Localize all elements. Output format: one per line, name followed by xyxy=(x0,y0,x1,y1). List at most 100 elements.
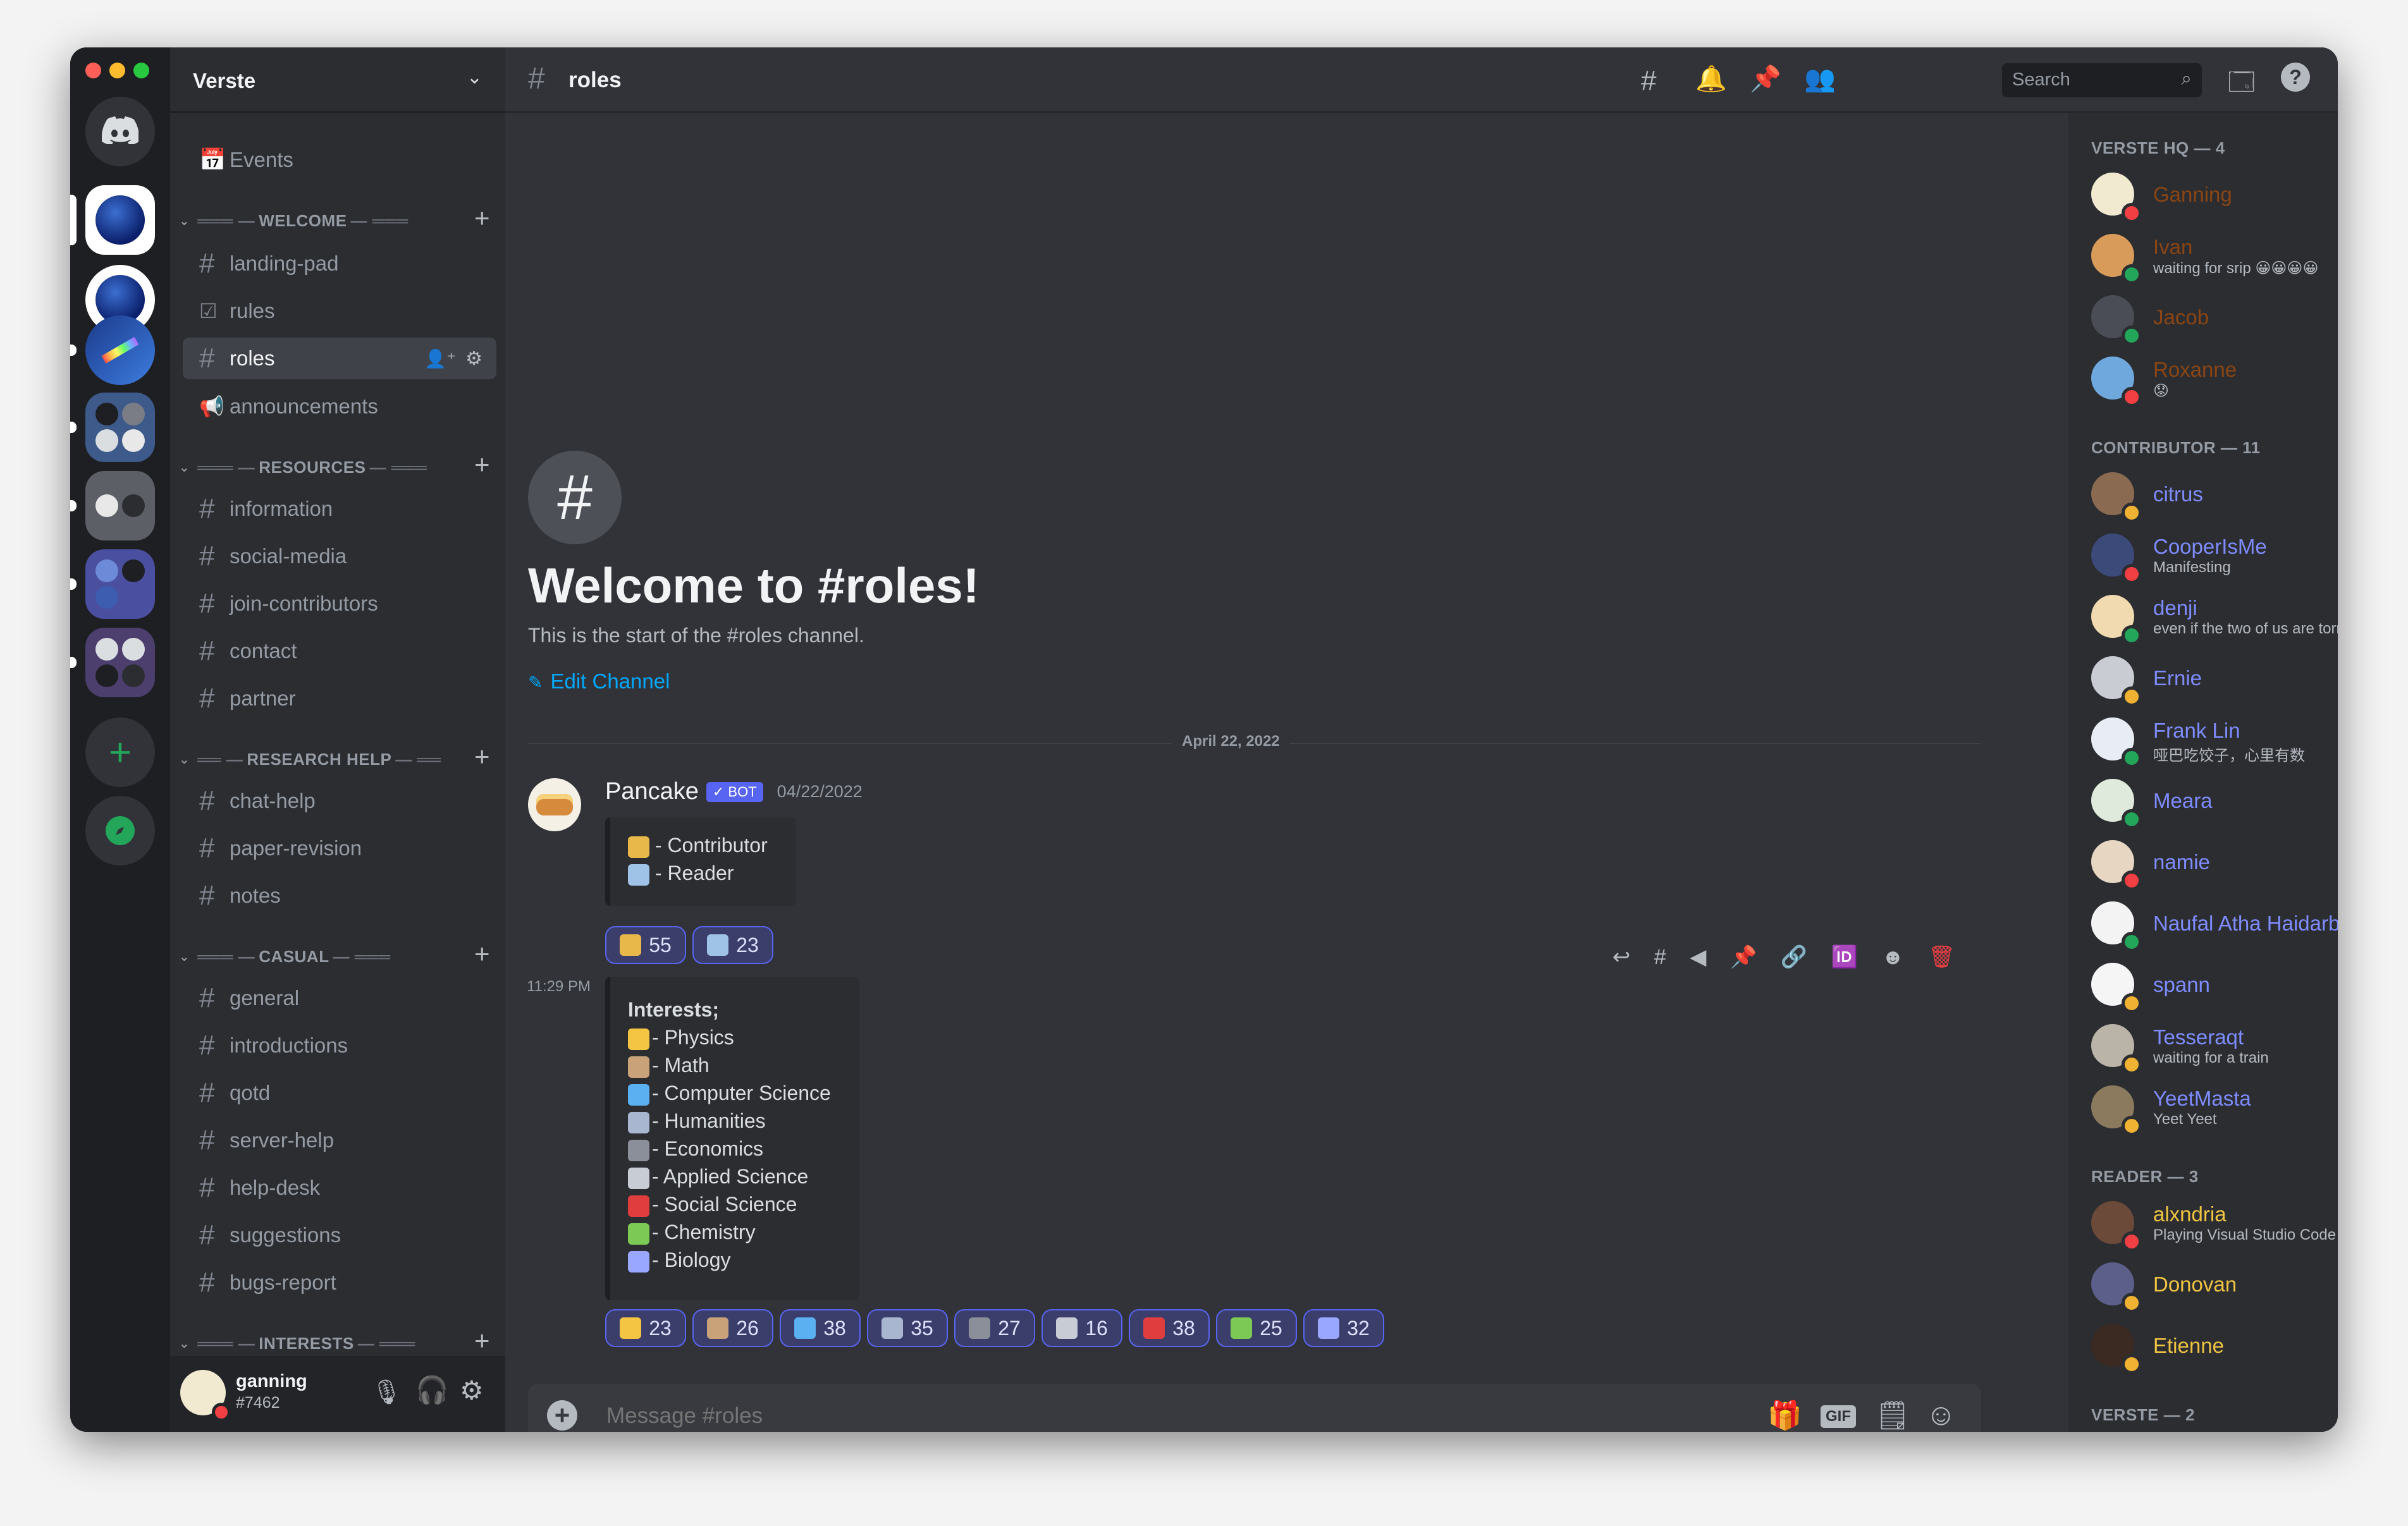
member-item[interactable]: Roxanne 😟 xyxy=(2091,351,2338,407)
server-icon-verste-active[interactable] xyxy=(85,185,155,255)
channel-landing-pad[interactable]: # landing-pad xyxy=(183,243,496,284)
gear-icon[interactable]: ⚙ xyxy=(465,348,482,370)
search-input[interactable]: Search ⌕ xyxy=(2002,63,2202,97)
bell-icon[interactable]: 🔔 xyxy=(1695,64,1727,94)
channel-introductions[interactable]: # introductions xyxy=(183,1025,496,1066)
member-item[interactable]: Ernie xyxy=(2091,651,2338,707)
explore-servers-button[interactable] xyxy=(85,796,155,865)
member-item[interactable]: Tesseraqt waiting for a train xyxy=(2091,1019,2338,1075)
headphones-icon[interactable]: 🎧 xyxy=(415,1375,448,1406)
server-icon-nyan[interactable] xyxy=(85,315,155,385)
events-item[interactable]: 📅 Events xyxy=(183,139,496,181)
id-icon[interactable]: 🆔 xyxy=(1831,944,1858,970)
create-channel-plus-icon[interactable]: + xyxy=(474,742,490,772)
help-icon[interactable]: ? xyxy=(2281,63,2310,92)
inbox-icon[interactable]: 🗔 xyxy=(2228,64,2255,107)
avatar[interactable] xyxy=(528,778,581,831)
server-folder-3[interactable] xyxy=(85,549,155,619)
edit-channel-link[interactable]: ✎ Edit Channel xyxy=(528,669,670,693)
member-item[interactable]: Etienne xyxy=(2091,1319,2338,1374)
category-welcome[interactable]: ⌄ ═══ — WELCOME — ═══ + xyxy=(179,203,495,233)
delete-icon[interactable]: 🗑 xyxy=(1928,944,1955,970)
member-item[interactable]: Meara xyxy=(2091,774,2338,829)
zoom-window-button[interactable] xyxy=(133,63,149,78)
channel-server-help[interactable]: # server-help xyxy=(183,1120,496,1161)
gift-icon[interactable]: 🎁 xyxy=(1767,1399,1802,1432)
reaction-button[interactable]: 23 xyxy=(605,1309,686,1347)
member-item[interactable]: denjieven if the two of us are torn a... xyxy=(2091,590,2338,645)
close-window-button[interactable] xyxy=(85,63,101,78)
reaction-button[interactable]: 32 xyxy=(1303,1309,1384,1347)
reaction-button[interactable]: 27 xyxy=(954,1309,1035,1347)
server-folder-2[interactable] xyxy=(85,471,155,540)
reaction-button[interactable]: 16 xyxy=(1041,1309,1122,1347)
member-item[interactable]: citrus xyxy=(2091,467,2338,523)
pin-icon[interactable]: 📌 xyxy=(1750,64,1781,94)
create-channel-plus-icon[interactable]: + xyxy=(474,1326,490,1356)
member-item[interactable]: CooperIsMe Manifesting xyxy=(2091,528,2338,584)
add-reaction-icon[interactable]: ☻ xyxy=(1882,945,1905,970)
channel-qotd[interactable]: # qotd xyxy=(183,1072,496,1114)
channel-social-media[interactable]: # social-media xyxy=(183,535,496,577)
link-icon[interactable]: 🔗 xyxy=(1781,944,1807,970)
create-channel-plus-icon[interactable]: + xyxy=(474,203,490,233)
channel-chat-help[interactable]: # chat-help xyxy=(183,780,496,822)
channel-notes[interactable]: # notes xyxy=(183,875,496,917)
channel-join-contributors[interactable]: # join-contributors xyxy=(183,583,496,625)
channel-help-desk[interactable]: # help-desk xyxy=(183,1167,496,1209)
reaction-button[interactable]: 55 xyxy=(605,926,686,964)
member-list-icon[interactable]: 👥 xyxy=(1804,64,1836,94)
channel-general[interactable]: # general xyxy=(183,977,496,1019)
reaction-button[interactable]: 25 xyxy=(1216,1309,1297,1347)
member-item[interactable]: Ivan waiting for srip 😀😀😀😀 xyxy=(2091,229,2338,284)
home-button[interactable] xyxy=(85,97,155,166)
category-interests[interactable]: ⌄ ═══ — INTERESTS — ═══ + xyxy=(179,1326,495,1356)
user-settings-gear-icon[interactable]: ⚙ xyxy=(460,1375,484,1406)
member-item[interactable]: Ganning xyxy=(2091,168,2338,223)
server-folder-1[interactable] xyxy=(85,393,155,462)
member-item[interactable]: spann xyxy=(2091,958,2338,1013)
emoji-picker-icon[interactable]: ☺ xyxy=(1926,1398,1956,1432)
forward-icon[interactable]: ◀ xyxy=(1690,944,1706,970)
member-item[interactable]: Frank Lin 哑巴吃饺子，心里有数 xyxy=(2091,712,2338,768)
member-item[interactable]: namie xyxy=(2091,835,2338,891)
category-casual[interactable]: ⌄ ═══ — CASUAL — ═══ + xyxy=(179,939,495,969)
member-item[interactable]: Naufal Atha Haidarbahy xyxy=(2091,896,2338,952)
invite-user-icon[interactable]: 👤⁺ xyxy=(424,348,456,369)
channel-paper-revision[interactable]: # paper-revision xyxy=(183,827,496,869)
channel-information[interactable]: # information xyxy=(183,488,496,530)
reaction-button[interactable]: 26 xyxy=(692,1309,773,1347)
channel-contact[interactable]: # contact xyxy=(183,630,496,672)
member-item[interactable]: alxndria Playing Visual Studio Code xyxy=(2091,1196,2338,1252)
channel-announcements[interactable]: 📢 announcements xyxy=(183,386,496,427)
category-research-help[interactable]: ⌄ ══ — RESEARCH HELP — ══ + xyxy=(179,742,495,772)
server-header[interactable]: Verste ⌄ xyxy=(170,47,505,113)
server-folder-4[interactable] xyxy=(85,628,155,697)
create-channel-plus-icon[interactable]: + xyxy=(474,449,490,480)
gif-button[interactable]: GIF xyxy=(1821,1405,1856,1428)
reply-icon[interactable]: ↩ xyxy=(1612,944,1631,970)
member-item[interactable]: Jacob xyxy=(2091,290,2338,346)
channel-roles[interactable]: # roles 👤⁺ ⚙ xyxy=(183,338,496,379)
reaction-button[interactable]: 38 xyxy=(1129,1309,1210,1347)
member-item[interactable]: Donovan xyxy=(2091,1257,2338,1313)
message-input[interactable] xyxy=(605,1396,1746,1432)
category-resources[interactable]: ⌄ ═══ — RESOURCES — ═══ + xyxy=(179,449,495,480)
message-author[interactable]: Pancake xyxy=(605,778,699,805)
attach-plus-icon[interactable]: + xyxy=(547,1400,577,1431)
member-item[interactable]: YeetMasta Yeet Yeet xyxy=(2091,1080,2338,1136)
reaction-button[interactable]: 38 xyxy=(780,1309,861,1347)
pin-icon[interactable]: 📌 xyxy=(1730,944,1757,970)
sticker-icon[interactable]: 🗒 xyxy=(1875,1399,1910,1432)
threads-icon[interactable]: # xyxy=(1641,65,1656,97)
microphone-icon[interactable]: 🎙 xyxy=(371,1379,402,1407)
minimize-window-button[interactable] xyxy=(109,63,125,78)
channel-partner[interactable]: # partner xyxy=(183,678,496,719)
channel-rules[interactable]: ☑ rules xyxy=(183,290,496,332)
channel-suggestions[interactable]: # suggestions xyxy=(183,1214,496,1256)
add-server-button[interactable]: + xyxy=(85,717,155,787)
create-thread-icon[interactable]: # xyxy=(1654,945,1666,970)
reaction-button[interactable]: 23 xyxy=(692,926,773,964)
create-channel-plus-icon[interactable]: + xyxy=(474,939,490,969)
reaction-button[interactable]: 35 xyxy=(867,1309,948,1347)
